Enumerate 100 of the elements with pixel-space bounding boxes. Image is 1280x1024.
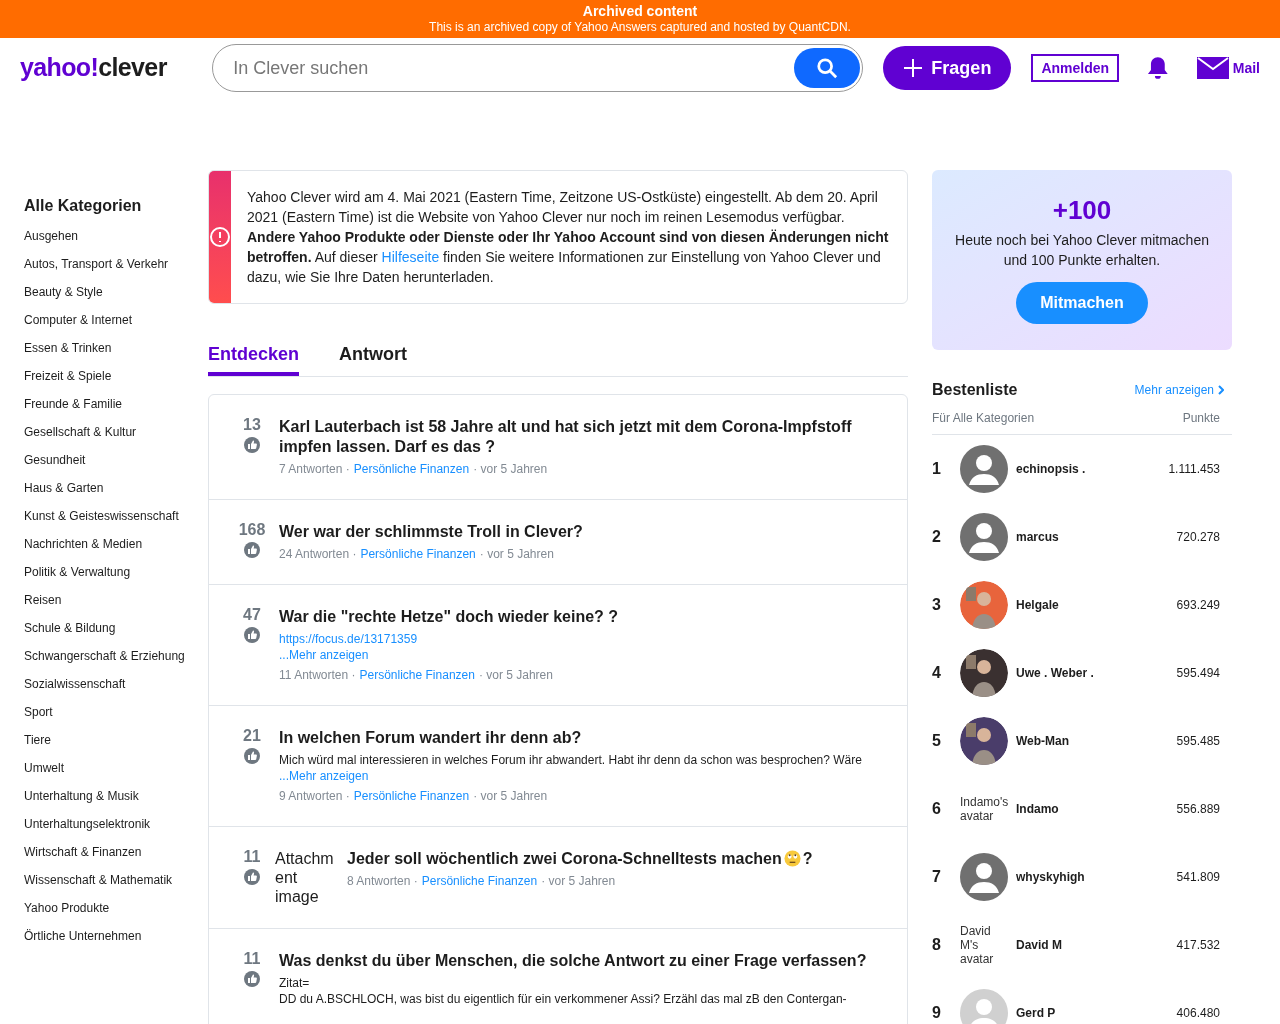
- user-name[interactable]: Indamo: [1016, 801, 1177, 817]
- thumbs-up-icon[interactable]: [244, 437, 260, 453]
- alert-icon: [209, 226, 231, 248]
- bell-icon[interactable]: [1147, 56, 1169, 80]
- answer-count: 7 Antworten ·: [279, 461, 350, 477]
- category-link[interactable]: Beauty & Style: [24, 278, 208, 306]
- tab[interactable]: Entdecken: [208, 340, 300, 376]
- mail-icon: [1196, 57, 1229, 79]
- points-value: 595.494: [1176, 665, 1220, 681]
- category-link[interactable]: Yahoo Produkte: [24, 894, 208, 922]
- user-name[interactable]: whyskyhigh: [1016, 869, 1177, 885]
- category-link[interactable]: Schule & Bildung: [24, 614, 208, 642]
- user-name[interactable]: Web-Man: [1016, 733, 1177, 749]
- category-link[interactable]: Autos, Transport & Verkehr: [24, 250, 208, 278]
- category-link[interactable]: Computer & Internet: [24, 306, 208, 334]
- ask-button[interactable]: Fragen: [883, 46, 1012, 90]
- points-value: 595.485: [1176, 733, 1220, 749]
- points-value: 693.249: [1176, 597, 1220, 613]
- points-value: 541.809: [1176, 869, 1220, 885]
- question-excerpt: DD du A.BSCHLOCH, was bist du eigentlich für ein verkommener Assi? Erzähl das mal zB den Contergan-: [279, 991, 848, 1007]
- login-button[interactable]: Anmelden: [1031, 54, 1120, 82]
- category-link[interactable]: Kunst & Geisteswissenschaft: [24, 502, 208, 530]
- points-value: 720.278: [1176, 529, 1220, 545]
- answer-count: 8 Antworten ·: [347, 873, 418, 889]
- promo-text: Heute noch bei Yahoo Clever mitmachen und 100 Punkte erhalten.: [954, 231, 1210, 270]
- tab[interactable]: Antwort: [339, 340, 407, 376]
- question-title[interactable]: Jeder soll wöchentlich zwei Corona-Schnelltests machen: [347, 850, 782, 867]
- category-link[interactable]: Schwangerschaft & Erziehung: [24, 642, 208, 670]
- question-excerpt: Zitat=: [279, 975, 311, 991]
- user-name[interactable]: Uwe . Weber .: [1016, 665, 1177, 681]
- category-link[interactable]: Sozialwissenschaft: [24, 670, 208, 698]
- logo[interactable]: yahoo!clever: [20, 49, 213, 87]
- vote-count: 21: [243, 728, 261, 744]
- category-link[interactable]: Örtliche Unternehmen: [24, 922, 208, 950]
- avatar-icon[interactable]: [960, 445, 1008, 493]
- thumbs-up-icon[interactable]: [244, 869, 260, 885]
- category-link[interactable]: Gesundheit: [24, 446, 208, 474]
- category-link[interactable]: Gesellschaft & Kultur: [24, 418, 208, 446]
- vote-count: 168: [238, 522, 266, 538]
- question-title[interactable]: In welchen Forum wandert ihr denn ab?: [279, 728, 879, 748]
- category-link[interactable]: Wirtschaft & Finanzen: [24, 838, 208, 866]
- leaderboard-title: Bestenliste: [932, 380, 1018, 400]
- category-link[interactable]: Wissenschaft & Mathematik: [24, 866, 208, 894]
- thumbs-up-icon[interactable]: [244, 627, 260, 643]
- answer-count: 9 Antworten ·: [279, 788, 350, 804]
- answer-count: 11 Antworten ·: [279, 667, 356, 683]
- rank-number: 6: [932, 799, 942, 819]
- search-field[interactable]: In Clever suchen: [233, 54, 795, 82]
- user-name[interactable]: Gerd P: [1016, 1005, 1177, 1021]
- question-age: · vor 5 Jahren: [541, 873, 616, 889]
- category-link[interactable]: Ausgehen: [24, 222, 208, 250]
- answer-count: 24 Antworten ·: [279, 546, 357, 562]
- vote-count: 11: [243, 951, 261, 967]
- rank-number: 3: [932, 595, 942, 615]
- thumbs-up-icon[interactable]: [244, 542, 260, 558]
- avatar-icon[interactable]: [960, 513, 1008, 561]
- user-name[interactable]: marcus: [1016, 529, 1177, 545]
- user-name[interactable]: echinopsis .: [1016, 461, 1169, 477]
- category-link[interactable]: Freizeit & Spiele: [24, 362, 208, 390]
- promo-points: +100: [1052, 194, 1112, 226]
- rank-number: 5: [932, 731, 942, 751]
- category-link[interactable]: Haus & Garten: [24, 474, 208, 502]
- plus-icon: [903, 58, 924, 78]
- points-value: 1.111.453: [1168, 461, 1220, 477]
- category-link[interactable]: Tiere: [24, 726, 208, 754]
- notice-text: Yahoo Clever wird am 4. Mai 2021 (Eastern Time, Zeitzone US-Ostküste) eingestellt. Ab dem 20. April 2021 (Eastern Time) ist die Website von Yahoo Clever nur noch im reinen Lesemodus verfügbar. Andere Yahoo Produkte oder Dienste oder Ihr Yahoo Account sind von diesen Änderungen nicht betroffen. Auf dieser Hilfeseite finden Sie weitere Informationen zur Einstellung von Yahoo Clever und dazu, wie Sie Ihre Daten herunterladen.: [246, 188, 890, 287]
- category-link[interactable]: Sport: [24, 698, 208, 726]
- category-link[interactable]: Unterhaltung & Musik: [24, 782, 208, 810]
- rank-number: 8: [932, 935, 942, 955]
- category-link[interactable]: Nachrichten & Medien: [24, 530, 208, 558]
- category-link[interactable]: Unterhaltungselektronik: [24, 810, 208, 838]
- banner-title: Archived content: [582, 3, 698, 19]
- category-link[interactable]: Politik & Verwaltung: [24, 558, 208, 586]
- category-link[interactable]: Umwelt: [24, 754, 208, 782]
- question-title[interactable]: Karl Lauterbach ist 58 Jahre alt und hat sich jetzt mit dem Corona-Impfstoff impfen lassen. Darf es das ?: [279, 417, 879, 457]
- column-label: Für Alle Kategorien: [932, 410, 1035, 426]
- points-value: 406.480: [1176, 1005, 1220, 1021]
- avatar-alt-text: David M's avatar: [960, 924, 995, 966]
- mail-button[interactable]: Mail: [1196, 57, 1260, 79]
- category-link[interactable]: Reisen: [24, 586, 208, 614]
- search-button[interactable]: [794, 48, 861, 88]
- vote-count: 47: [243, 607, 261, 623]
- avatar-icon[interactable]: [960, 853, 1008, 901]
- rank-number: 2: [932, 527, 942, 547]
- question-excerpt: Mich würd mal interessieren in welches Forum ihr abwandert. Habt ihr denn da schon was besprochen? Wäre: [279, 752, 863, 768]
- points-value: 417.532: [1176, 937, 1220, 953]
- question-title[interactable]: War die "rechte Hetze" doch wieder keine? ?: [279, 607, 879, 627]
- thumbs-up-icon[interactable]: [244, 971, 260, 987]
- vote-count: 11: [243, 849, 261, 865]
- category-link[interactable]: Freunde & Familie: [24, 390, 208, 418]
- category-link[interactable]: Essen & Trinken: [24, 334, 208, 362]
- question-title[interactable]: Wer war der schlimmste Troll in Clever?: [279, 522, 879, 542]
- question-age: · vor 5 Jahren: [479, 546, 554, 562]
- rank-number: 7: [932, 867, 942, 887]
- user-name[interactable]: David M: [1016, 937, 1177, 953]
- question-title[interactable]: Was denkst du über Menschen, die solche Antwort zu einer Frage verfassen?: [279, 951, 879, 971]
- rank-number: 9: [932, 1003, 942, 1023]
- chevron-right-icon: [1218, 385, 1224, 395]
- thumbs-up-icon[interactable]: [244, 748, 260, 764]
- user-name[interactable]: Helgale: [1016, 597, 1177, 613]
